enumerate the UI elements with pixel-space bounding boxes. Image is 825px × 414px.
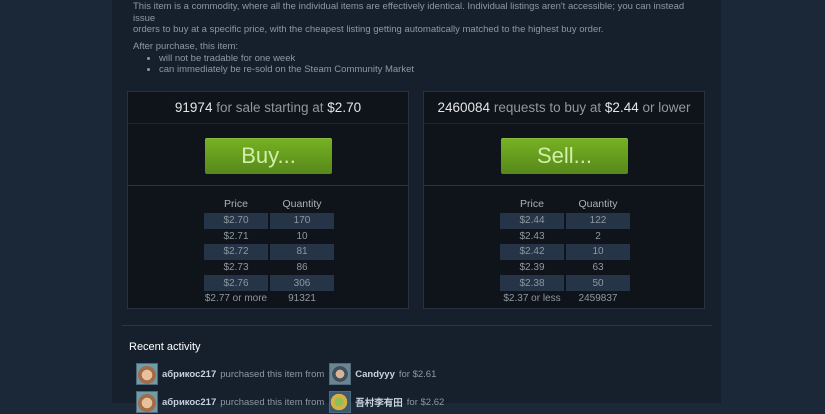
price-cell: $2.73 <box>223 262 249 274</box>
price-cell: $2.42 <box>500 244 564 260</box>
sell-button[interactable]: Sell... <box>501 138 628 174</box>
table-row: $2.38 50 <box>500 275 630 291</box>
quantity-cell: 91321 <box>288 293 316 305</box>
buyer-name[interactable]: абрикос217 <box>162 369 216 380</box>
buy-button-area: Buy... <box>128 123 408 186</box>
price-cell: $2.38 <box>500 275 564 291</box>
description-line-2: orders to buy at a specific price, with … <box>133 24 604 35</box>
table-row: $2.73 86 <box>204 260 334 276</box>
quantity-cell: 81 <box>270 244 334 260</box>
after-purchase-item: can immediately be re-sold on the Steam … <box>159 64 414 76</box>
buy-requests-text: requests to buy at <box>493 100 602 115</box>
table-row: $2.42 10 <box>500 244 630 260</box>
activity-item: абрикос217 purchased this item from Cand… <box>136 362 436 386</box>
price-cell: $2.72 <box>204 244 268 260</box>
description-line-1: This item is a commodity, where all the … <box>133 1 685 24</box>
buy-requests-count: 2460084 <box>437 100 491 115</box>
table-row: $2.39 63 <box>500 260 630 276</box>
quantity-cell: 306 <box>270 275 334 291</box>
quantity-cell: 86 <box>296 262 308 274</box>
table-row: $2.77 or more 91321 <box>204 291 334 307</box>
seller-name[interactable]: Candyyy <box>355 369 395 380</box>
sell-order-table: Price Quantity $2.70 170 $2.71 10 $2.72 81 … <box>202 194 336 307</box>
table-row: $2.72 81 <box>204 244 334 260</box>
table-row: $2.71 10 <box>204 229 334 245</box>
after-purchase-heading: After purchase, this item: <box>133 41 239 52</box>
price-cell: $2.43 <box>519 230 545 242</box>
price-cell: $2.77 or more <box>204 293 268 305</box>
col-header-quantity: Quantity <box>282 197 322 210</box>
after-purchase-item: will not be tradable for one week <box>159 53 414 65</box>
price-cell: $2.71 <box>223 230 249 242</box>
after-purchase-list: will not be tradable for one week can im… <box>133 53 414 76</box>
col-header-price: Price <box>520 197 544 210</box>
recent-activity-title: Recent activity <box>129 341 201 353</box>
for-sale-price: $2.70 <box>327 100 362 115</box>
seller-avatar[interactable] <box>329 363 352 385</box>
buy-button[interactable]: Buy... <box>205 138 332 174</box>
price-cell: $2.44 <box>500 213 564 229</box>
market-commodity-panel: This item is a commodity, where all the … <box>112 0 721 413</box>
activity-action: purchased this item from <box>220 396 325 408</box>
price-cell: $2.76 <box>204 275 268 291</box>
table-row: $2.43 2 <box>500 229 630 245</box>
buyer-avatar[interactable] <box>136 363 158 385</box>
col-header-quantity: Quantity <box>578 197 618 210</box>
buy-requests-header: 2460084 requests to buy at $2.44 or lowe… <box>424 92 704 124</box>
for-sale-count: 91974 <box>174 100 213 115</box>
buy-order-table: Price Quantity $2.44 122 $2.43 2 $2.42 10 $… <box>498 194 632 307</box>
table-row: $2.37 or less 2459837 <box>500 291 630 307</box>
buyer-avatar[interactable] <box>136 391 158 413</box>
for-sale-box: 91974 for sale starting at $2.70 Buy... … <box>127 91 409 309</box>
buy-requests-tail: or lower <box>642 100 691 115</box>
price-cell: $2.37 or less <box>503 293 561 305</box>
for-sale-text: for sale starting at <box>216 100 324 115</box>
buy-requests-box: 2460084 requests to buy at $2.44 or lowe… <box>423 91 705 309</box>
commodity-description: This item is a commodity, where all the … <box>133 1 693 36</box>
quantity-cell: 2459837 <box>578 293 618 305</box>
for-sale-header: 91974 for sale starting at $2.70 <box>128 92 408 124</box>
buy-requests-price: $2.44 <box>604 100 639 115</box>
price-cell: $2.39 <box>519 262 545 274</box>
table-row: $2.44 122 <box>500 213 630 229</box>
page-margin-left <box>0 0 112 403</box>
buyer-name[interactable]: абрикос217 <box>162 397 216 408</box>
col-header-price: Price <box>224 197 248 210</box>
sell-button-area: Sell... <box>424 123 704 186</box>
section-divider <box>122 325 712 326</box>
activity-item: абрикос217 purchased this item from 吾村李有… <box>136 390 444 414</box>
seller-name[interactable]: 吾村李有田 <box>355 395 403 409</box>
quantity-cell: 10 <box>566 244 630 260</box>
activity-price: for $2.62 <box>406 396 445 408</box>
quantity-cell: 63 <box>592 262 604 274</box>
price-cell: $2.70 <box>204 213 268 229</box>
quantity-cell: 2 <box>595 230 601 242</box>
quantity-cell: 50 <box>566 275 630 291</box>
table-row: $2.70 170 <box>204 213 334 229</box>
quantity-cell: 170 <box>270 213 334 229</box>
quantity-cell: 10 <box>296 230 308 242</box>
quantity-cell: 122 <box>566 213 630 229</box>
activity-action: purchased this item from <box>220 368 325 380</box>
after-purchase-info: After purchase, this item: will not be t… <box>133 41 414 76</box>
table-row: $2.76 306 <box>204 275 334 291</box>
activity-price: for $2.61 <box>398 368 437 380</box>
seller-avatar[interactable] <box>329 391 352 413</box>
